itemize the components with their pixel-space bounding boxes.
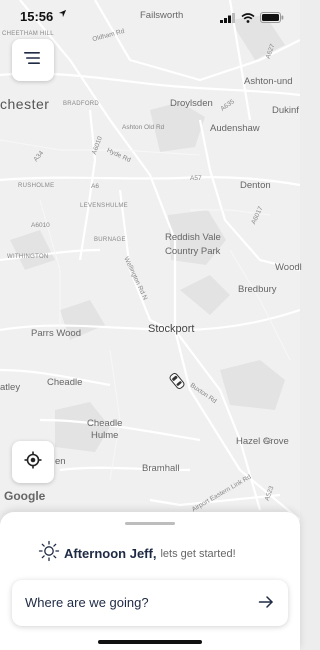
hamburger-menu-icon (24, 51, 42, 70)
search-label: Where are we going? (25, 595, 149, 610)
sheet-handle[interactable] (125, 522, 175, 525)
greeting-name: Afternoon Jeff, (64, 546, 157, 561)
battery-icon (260, 10, 284, 28)
map-label: atley (0, 382, 21, 393)
map-label: en (55, 456, 66, 467)
map-label: chester (0, 96, 50, 112)
arrow-right-icon (258, 594, 274, 615)
bottom-sheet: Afternoon Jeff, lets get started! Where … (0, 512, 300, 650)
map-label: Stockport (148, 323, 195, 335)
map-label: CHEETHAM HILL (2, 31, 54, 37)
map-label: Denton (240, 180, 271, 191)
map-label: RUSHOLME (18, 183, 55, 189)
greeting-subtitle: lets get started! (160, 547, 236, 560)
map-label: Parrs Wood (31, 328, 81, 339)
cellular-signal-icon (220, 10, 236, 28)
map-label: Hazel Grove (236, 436, 289, 447)
sun-icon (38, 540, 60, 567)
map-label: Audenshaw (210, 123, 260, 134)
map-label: Country Park (165, 246, 221, 257)
map-label: BURNAGE (94, 237, 126, 243)
menu-button[interactable] (12, 39, 54, 81)
map-label: Droylsden (170, 98, 213, 109)
map-label: LEVENSHULME (80, 203, 128, 209)
map-label: Cheadle (47, 377, 83, 388)
map-label: A6010 (31, 222, 50, 229)
google-attribution[interactable]: Google (4, 489, 45, 503)
status-bar: 15:56 (0, 0, 300, 30)
wifi-icon (241, 10, 255, 28)
map-label: Dukinf (272, 105, 299, 116)
locate-target-icon (24, 451, 42, 474)
greeting: Afternoon Jeff, lets get started! (38, 540, 236, 567)
location-arrow-icon (58, 9, 67, 21)
home-indicator[interactable] (98, 640, 202, 644)
map-label: A6 (91, 183, 99, 190)
map-label: WITHINGTON (7, 254, 49, 260)
map-label: Bredbury (238, 284, 277, 295)
car-marker-icon[interactable] (166, 370, 188, 392)
map-label: A6 (264, 438, 272, 445)
map-label: Woodl (275, 262, 302, 273)
destination-search-button[interactable]: Where are we going? (12, 580, 288, 626)
map-label: Ashton Old Rd (122, 124, 165, 131)
map-label: Ashton-und (244, 76, 293, 87)
map-label: BRADFORD (63, 101, 100, 107)
status-time: 15:56 (20, 9, 54, 24)
map-label: Bramhall (142, 463, 180, 474)
map-label: Cheadle (87, 418, 123, 429)
map-label: Reddish Vale (165, 232, 221, 243)
locate-button[interactable] (12, 441, 54, 483)
map-label: Hulme (91, 430, 119, 441)
map-label: A57 (190, 175, 202, 182)
